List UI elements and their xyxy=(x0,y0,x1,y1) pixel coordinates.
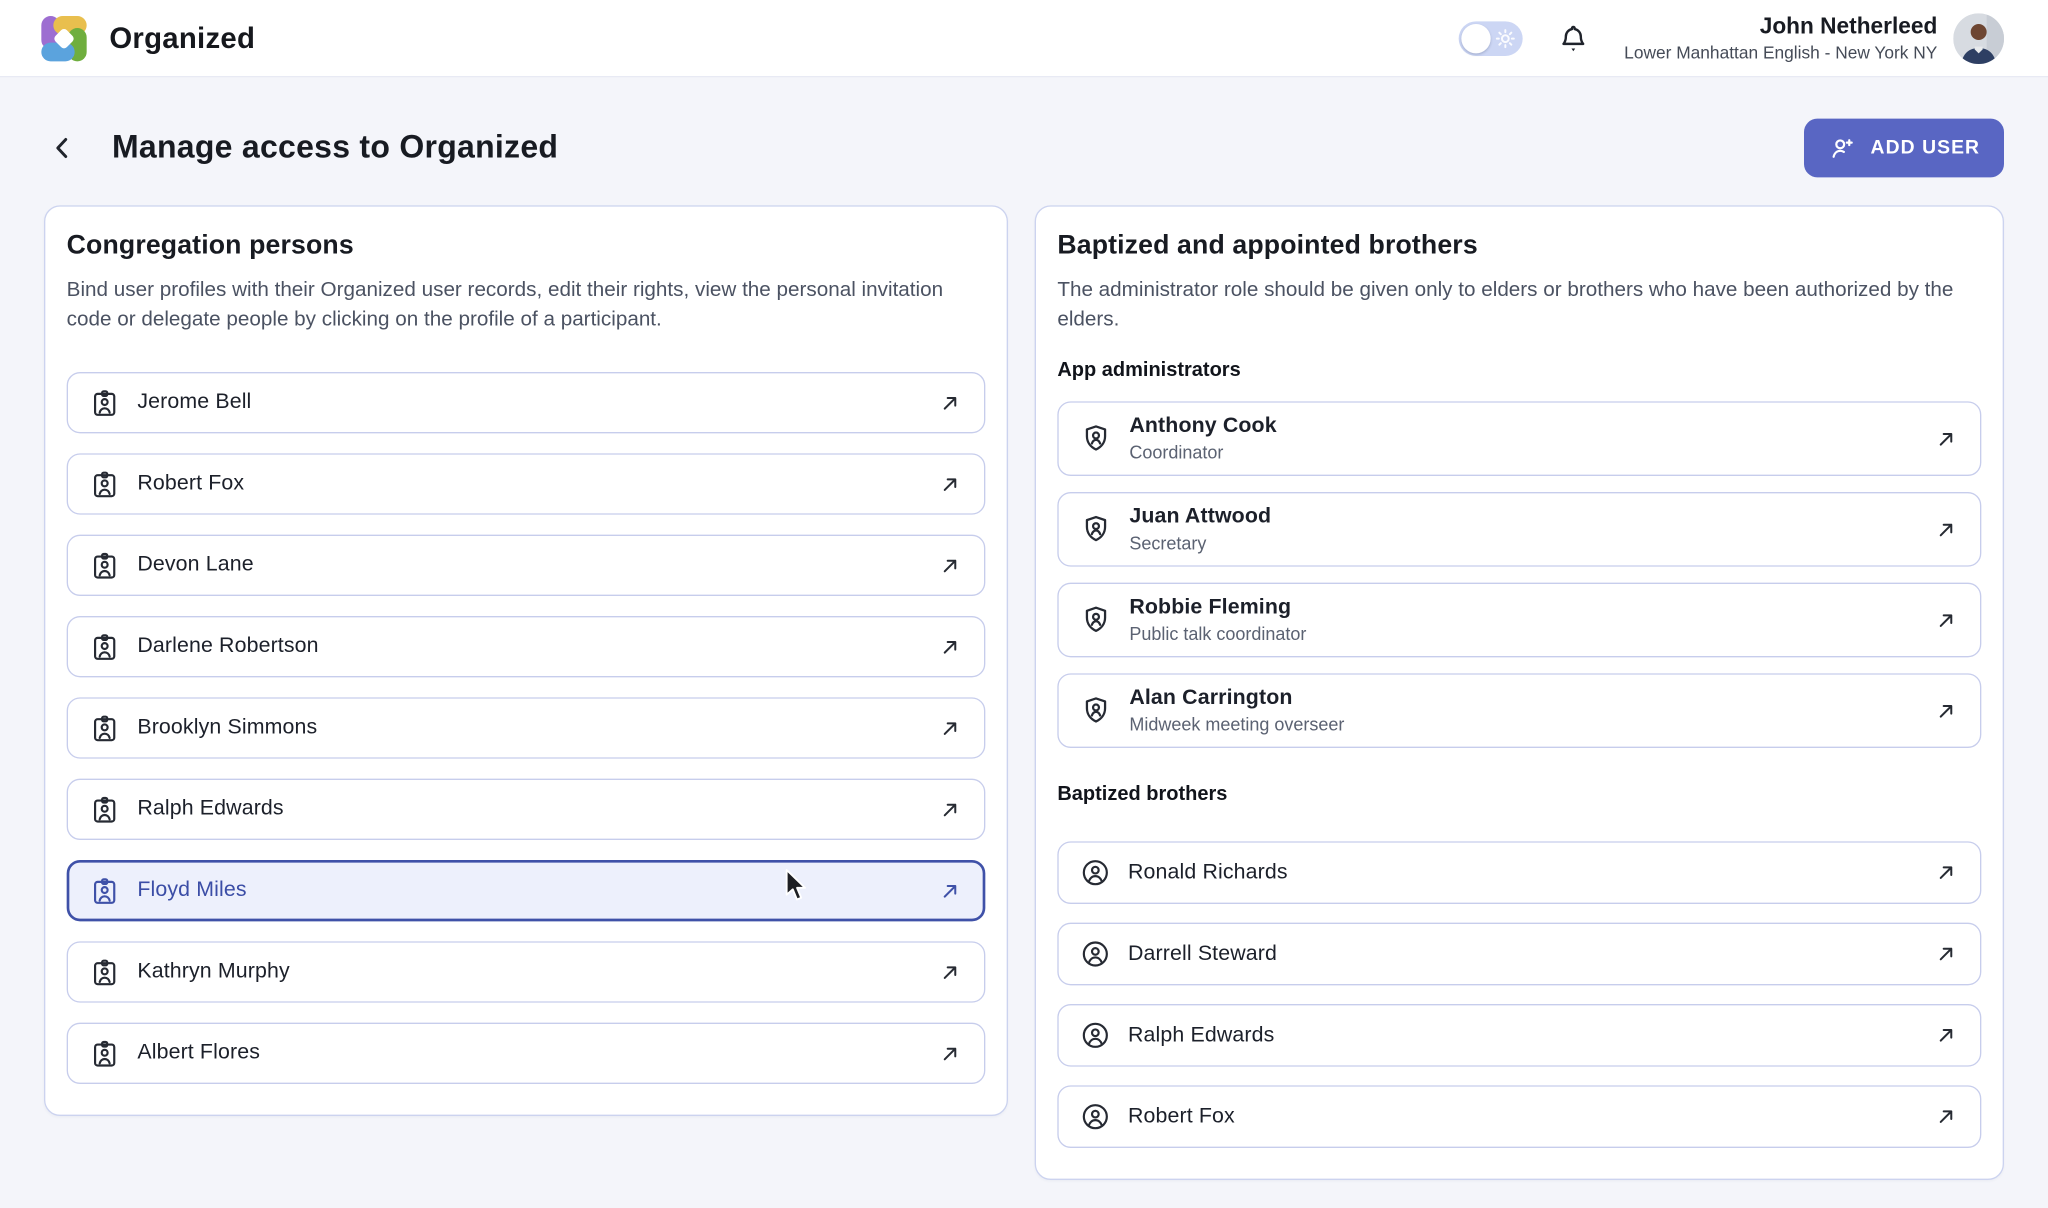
person-row-floyd-miles[interactable]: Floyd Miles xyxy=(67,860,986,921)
baptized-brothers-label: Baptized brothers xyxy=(1057,783,1981,807)
contact-card-icon xyxy=(89,550,120,581)
brothers-list: Ronald Richards Darrell Steward xyxy=(1057,841,1981,1148)
add-user-button[interactable]: ADD USER xyxy=(1804,119,2004,178)
open-profile-arrow-icon xyxy=(1933,698,1958,723)
app-logo-icon xyxy=(37,11,90,64)
admin-row-alan-carrington[interactable]: Alan Carrington Midweek meeting overseer xyxy=(1057,673,1981,748)
open-profile-arrow-icon xyxy=(1933,517,1958,542)
open-profile-arrow-icon xyxy=(1933,860,1958,885)
panels: Congregation persons Bind user profiles … xyxy=(44,205,2004,1180)
user-circle-icon xyxy=(1080,857,1111,888)
toggle-knob xyxy=(1462,23,1491,52)
sun-icon xyxy=(1494,26,1518,50)
open-profile-arrow-icon xyxy=(937,634,962,659)
appointed-brothers-panel: Baptized and appointed brothers The admi… xyxy=(1035,205,2004,1180)
contact-card-icon xyxy=(89,713,120,744)
user-circle-icon xyxy=(1080,939,1111,970)
appointed-brothers-title: Baptized and appointed brothers xyxy=(1057,228,1981,263)
contact-card-icon xyxy=(89,1038,120,1069)
user-circle-icon xyxy=(1080,1020,1111,1051)
open-profile-arrow-icon xyxy=(937,1041,962,1066)
add-user-label: ADD USER xyxy=(1871,137,1981,158)
appointed-brothers-description: The administrator role should be given o… xyxy=(1057,276,1981,335)
person-row-kathryn-murphy[interactable]: Kathryn Murphy xyxy=(67,941,986,1002)
open-profile-arrow-icon xyxy=(937,797,962,822)
user-text: John Netherleed Lower Manhattan English … xyxy=(1624,12,1937,65)
congregation-persons-title: Congregation persons xyxy=(67,228,986,263)
open-profile-arrow-icon xyxy=(937,471,962,496)
congregation-persons-panel: Congregation persons Bind user profiles … xyxy=(44,205,1008,1116)
contact-card-icon xyxy=(89,631,120,662)
open-profile-arrow-icon xyxy=(937,390,962,415)
chevron-left-icon xyxy=(48,133,77,162)
back-button[interactable] xyxy=(48,133,77,162)
open-profile-arrow-icon xyxy=(1933,1023,1958,1048)
person-row-jerome-bell[interactable]: Jerome Bell xyxy=(67,372,986,433)
person-row-brooklyn-simmons[interactable]: Brooklyn Simmons xyxy=(67,697,986,758)
avatar-photo xyxy=(1953,13,2004,64)
notifications-bell-icon[interactable] xyxy=(1558,21,1590,56)
admin-row-juan-attwood[interactable]: Juan Attwood Secretary xyxy=(1057,492,1981,567)
title-bar: Manage access to Organized ADD USER xyxy=(44,117,2004,178)
open-profile-arrow-icon xyxy=(937,553,962,578)
open-profile-arrow-icon xyxy=(937,715,962,740)
app-viewport: Organized John Nethe xyxy=(0,0,2048,1208)
open-profile-arrow-icon xyxy=(937,878,962,903)
brother-row-ronald-richards[interactable]: Ronald Richards xyxy=(1057,841,1981,904)
person-row-darlene-robertson[interactable]: Darlene Robertson xyxy=(67,616,986,677)
brand: Organized xyxy=(37,11,255,64)
app-name: Organized xyxy=(109,21,255,56)
shield-person-icon xyxy=(1080,513,1112,545)
open-profile-arrow-icon xyxy=(937,959,962,984)
contact-card-icon xyxy=(89,469,120,500)
user-name: John Netherleed xyxy=(1624,12,1937,40)
shield-person-icon xyxy=(1080,604,1112,636)
admin-row-robbie-fleming[interactable]: Robbie Fleming Public talk coordinator xyxy=(1057,583,1981,658)
open-profile-arrow-icon xyxy=(1933,607,1958,632)
main-content: Manage access to Organized ADD USER Cong… xyxy=(0,117,2048,1180)
contact-card-icon xyxy=(89,794,120,825)
person-row-albert-flores[interactable]: Albert Flores xyxy=(67,1023,986,1084)
header-right: John Netherleed Lower Manhattan English … xyxy=(1459,12,2004,65)
shield-person-icon xyxy=(1080,695,1112,727)
brother-row-robert-fox[interactable]: Robert Fox xyxy=(1057,1085,1981,1148)
user-circle-icon xyxy=(1080,1101,1111,1132)
person-row-robert-fox[interactable]: Robert Fox xyxy=(67,453,986,514)
contact-card-icon xyxy=(89,387,120,418)
persons-list: Jerome Bell Robert Fox xyxy=(67,372,986,1084)
brother-row-ralph-edwards[interactable]: Ralph Edwards xyxy=(1057,1004,1981,1067)
contact-card-icon xyxy=(89,957,120,988)
person-row-devon-lane[interactable]: Devon Lane xyxy=(67,535,986,596)
shield-person-icon xyxy=(1080,423,1112,455)
theme-toggle[interactable] xyxy=(1459,21,1523,56)
open-profile-arrow-icon xyxy=(1933,941,1958,966)
app-header: Organized John Nethe xyxy=(0,0,2048,77)
congregation-persons-description: Bind user profiles with their Organized … xyxy=(67,276,986,335)
contact-card-icon xyxy=(89,875,120,906)
brother-row-darrell-steward[interactable]: Darrell Steward xyxy=(1057,923,1981,986)
admin-row-anthony-cook[interactable]: Anthony Cook Coordinator xyxy=(1057,401,1981,476)
person-row-ralph-edwards[interactable]: Ralph Edwards xyxy=(67,779,986,840)
user-congregation: Lower Manhattan English - New York NY xyxy=(1624,43,1937,65)
page-title: Manage access to Organized xyxy=(112,129,558,166)
open-profile-arrow-icon xyxy=(1933,426,1958,451)
admins-list: Anthony Cook Coordinator Juan Attwood Se… xyxy=(1057,401,1981,748)
user-menu[interactable]: John Netherleed Lower Manhattan English … xyxy=(1624,12,2004,65)
open-profile-arrow-icon xyxy=(1933,1104,1958,1129)
avatar[interactable] xyxy=(1953,13,2004,64)
app-administrators-label: App administrators xyxy=(1057,359,1981,383)
user-plus-icon xyxy=(1828,133,1857,162)
